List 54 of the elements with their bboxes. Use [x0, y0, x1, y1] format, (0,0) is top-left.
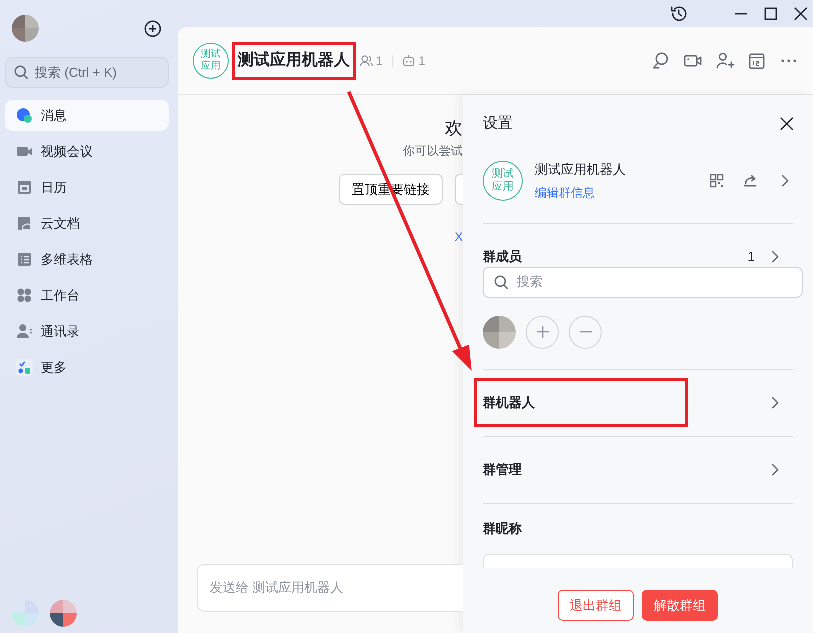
sidebar-item[interactable]: 更多	[5, 352, 169, 383]
user-avatar	[12, 15, 39, 42]
sidebar-item[interactable]: 消息	[5, 100, 169, 131]
table-icon	[16, 251, 33, 268]
sidebar-item[interactable]: 多维表格	[5, 244, 169, 275]
edit-group-link[interactable]: 编辑群信息	[535, 184, 697, 202]
bot-count: 1	[418, 52, 426, 70]
contact-person-icon	[16, 323, 33, 340]
group-avatar: 测试 应用	[483, 160, 523, 201]
welcome-title: 欢	[445, 117, 463, 140]
group-avatar: 测试 应用	[193, 42, 229, 78]
members-icon	[359, 54, 373, 68]
settings-item-label[interactable]: 群机器人	[474, 378, 688, 428]
add-icon[interactable]	[144, 20, 162, 38]
maximize-icon[interactable]	[763, 6, 779, 22]
search-icon	[494, 274, 509, 290]
robot-icon	[402, 54, 416, 68]
chat-title: 测试应用机器人	[232, 42, 356, 80]
close-icon[interactable]	[779, 116, 795, 132]
calendar-icon	[16, 179, 33, 196]
sidebar-item[interactable]: 通讯录	[5, 316, 169, 347]
close-icon[interactable]	[793, 6, 809, 22]
more-apps-icon	[16, 359, 33, 376]
search-field[interactable]: 搜索 (Ctrl + K)	[5, 57, 169, 88]
share-icon[interactable]	[743, 172, 759, 189]
settings-item-label: 群昵称	[483, 520, 522, 538]
sidebar-item[interactable]: 工作台	[5, 280, 169, 311]
panel-title: 设置	[483, 114, 513, 134]
qr-code-icon[interactable]	[709, 172, 725, 189]
link-text[interactable]: X	[454, 228, 463, 246]
app-avatar	[12, 600, 39, 627]
group-name: 测试应用机器人	[535, 161, 627, 179]
sidebar-item[interactable]: 云文档	[5, 208, 169, 239]
search-icon[interactable]	[651, 50, 671, 70]
grid-apps-icon	[16, 287, 33, 304]
sidebar-item[interactable]: 日历	[5, 172, 169, 203]
welcome-hint: 你可以尝试	[403, 143, 463, 160]
nickname-field[interactable]	[483, 554, 793, 568]
plus-icon	[536, 325, 550, 339]
member-count: 1	[376, 52, 383, 70]
leave-group-button[interactable]: 退出群组	[558, 590, 634, 621]
member-avatar	[483, 316, 516, 348]
search-icon	[14, 65, 29, 80]
member-count: 1	[748, 248, 755, 266]
document-cloud-icon	[16, 215, 33, 232]
sidebar-item[interactable]: 视频会议	[5, 136, 169, 167]
add-person-icon[interactable]	[715, 50, 735, 70]
members-label: 群成员	[483, 248, 522, 266]
add-member-button[interactable]	[526, 316, 559, 348]
minus-icon	[578, 330, 592, 334]
chat-bubble-icon	[16, 107, 33, 124]
app-avatar	[50, 600, 77, 627]
settings-item-label[interactable]: 群管理	[483, 460, 522, 480]
disband-group-button[interactable]: 解散群组	[642, 590, 718, 621]
